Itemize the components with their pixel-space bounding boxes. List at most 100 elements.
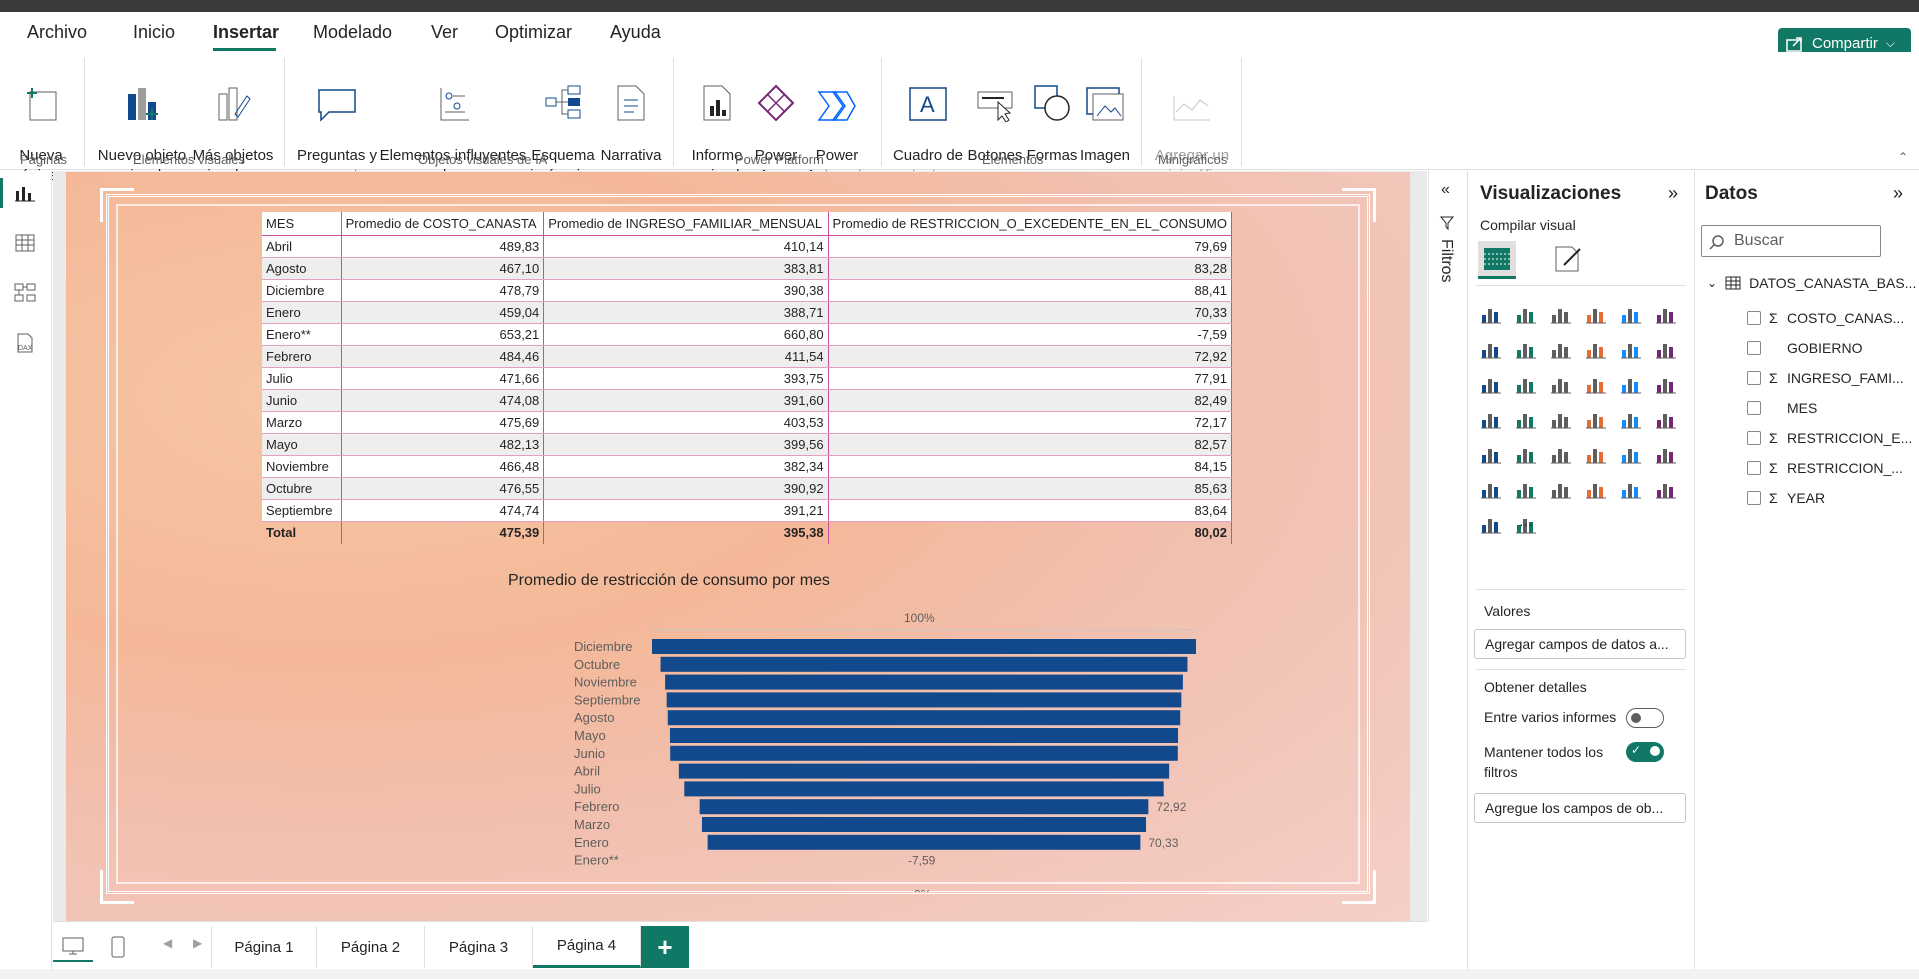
visual-type-icon[interactable] [1583, 406, 1609, 432]
cross-report-toggle[interactable] [1626, 708, 1664, 728]
new-page-button[interactable]: Nueva página ▾ [6, 60, 76, 186]
data-field[interactable]: GOBIERNO [1747, 340, 1862, 356]
add-sparkline-button[interactable]: Agregar un minigráfico [1148, 60, 1236, 186]
visual-type-icon[interactable] [1618, 336, 1644, 362]
visual-type-icon[interactable] [1513, 301, 1539, 327]
visual-type-icon[interactable] [1513, 476, 1539, 502]
menu-inicio[interactable]: Inicio [133, 22, 175, 43]
visual-type-icon[interactable] [1618, 406, 1644, 432]
column-header[interactable]: Promedio de INGRESO_FAMILIAR_MENSUAL [543, 212, 829, 236]
key-influencers-button[interactable]: Elementos influyentes clave [378, 60, 528, 186]
visual-type-icon[interactable] [1618, 371, 1644, 397]
next-page-icon[interactable]: ▶ [193, 936, 202, 950]
column-header[interactable]: MES [262, 212, 342, 236]
visual-type-icon[interactable] [1618, 441, 1644, 467]
table-view-icon[interactable] [10, 228, 40, 258]
table-row[interactable]: Agosto 467,10 383,81 83,28 [262, 257, 1233, 280]
dax-query-icon[interactable]: DAX [10, 328, 40, 358]
visual-type-icon[interactable] [1478, 511, 1504, 537]
field-checkbox[interactable] [1747, 461, 1761, 475]
expand-filters-icon[interactable]: « [1441, 181, 1450, 199]
visual-type-icon[interactable] [1583, 371, 1609, 397]
funnel-bar[interactable] [699, 799, 1149, 815]
visual-type-icon[interactable] [1478, 301, 1504, 327]
funnel-bar[interactable] [667, 710, 1181, 726]
visual-type-icon[interactable] [1618, 476, 1644, 502]
funnel-bar[interactable] [707, 834, 1141, 850]
visual-type-icon[interactable] [1583, 336, 1609, 362]
visual-type-icon[interactable] [1583, 476, 1609, 502]
funnel-bar[interactable] [666, 692, 1182, 708]
keep-filters-toggle[interactable]: ✓ [1626, 742, 1664, 762]
power-apps-button[interactable]: Power Apps [750, 60, 802, 186]
data-field[interactable]: Σ YEAR [1747, 490, 1825, 506]
field-checkbox[interactable] [1747, 311, 1761, 325]
table-row[interactable]: Febrero 484,46 411,54 72,92 [262, 345, 1233, 368]
visual-type-icon[interactable] [1653, 336, 1679, 362]
page-tab-2[interactable]: Página 2 [317, 926, 425, 968]
model-view-icon[interactable] [10, 278, 40, 308]
power-automate-button[interactable]: Power Automate [806, 60, 870, 186]
prev-page-icon[interactable]: ◀ [163, 936, 172, 950]
visual-type-icon[interactable] [1548, 336, 1574, 362]
table-row[interactable]: Mayo 482,13 399,56 82,57 [262, 433, 1233, 456]
qa-button[interactable]: Preguntas y respuestas [296, 60, 378, 186]
drillthrough-field-well[interactable]: Agregue los campos de ob... [1474, 793, 1686, 823]
menu-archivo[interactable]: Archivo [27, 22, 87, 43]
funnel-chart[interactable]: 100% Diciembre Octubre Noviembre Septiembre A… [486, 592, 1266, 892]
visual-type-icon[interactable] [1618, 301, 1644, 327]
funnel-bar[interactable] [670, 745, 1178, 761]
new-visual-button[interactable]: Nuevo objeto visual [94, 60, 190, 186]
data-search-input[interactable]: Buscar [1701, 225, 1881, 257]
report-view-icon[interactable] [10, 178, 40, 208]
column-header[interactable]: Promedio de COSTO_CANASTA [341, 212, 545, 236]
visual-type-icon[interactable] [1548, 406, 1574, 432]
table-row[interactable]: Abril 489,83 410,14 79,69 [262, 235, 1233, 258]
visual-type-icon[interactable] [1478, 336, 1504, 362]
table-row[interactable]: Noviembre 466,48 382,34 84,15 [262, 455, 1233, 478]
collapse-visualizations-icon[interactable]: » [1668, 183, 1678, 204]
field-checkbox[interactable] [1747, 341, 1761, 355]
column-header[interactable]: Promedio de RESTRICCION_O_EXCEDENTE_EN_E… [828, 212, 1233, 236]
shapes-button[interactable]: Formas ▾ [1024, 60, 1080, 186]
data-field[interactable]: Σ RESTRICCION_E... [1747, 430, 1912, 446]
collapse-data-icon[interactable]: » [1893, 183, 1903, 204]
page-tab-3[interactable]: Página 3 [425, 926, 533, 968]
table-row[interactable]: Septiembre 474,74 391,21 83,64 [262, 499, 1233, 522]
decomposition-tree-button[interactable]: Esquema jerárquico [528, 60, 598, 186]
funnel-bar[interactable] [652, 639, 1196, 654]
table-row[interactable]: Marzo 475,69 403,53 72,17 [262, 411, 1233, 434]
visual-type-icon[interactable] [1478, 406, 1504, 432]
funnel-bar[interactable] [660, 656, 1188, 672]
paginated-report-button[interactable]: Informe paginado [684, 60, 750, 186]
visual-type-icon[interactable] [1513, 441, 1539, 467]
menu-ayuda[interactable]: Ayuda [610, 22, 661, 43]
visual-type-icon[interactable] [1478, 476, 1504, 502]
visual-type-icon[interactable] [1548, 441, 1574, 467]
data-field[interactable]: Σ INGRESO_FAMI... [1747, 370, 1904, 386]
visual-type-icon[interactable] [1653, 476, 1679, 502]
visual-type-icon[interactable] [1653, 301, 1679, 327]
funnel-bar[interactable] [665, 674, 1183, 690]
visual-type-icon[interactable] [1583, 301, 1609, 327]
visual-type-icon[interactable] [1653, 406, 1679, 432]
funnel-bar[interactable] [684, 781, 1164, 797]
narrative-button[interactable]: Narrativa [598, 60, 664, 166]
table-row[interactable]: Enero** 653,21 660,80 -7,59 [262, 323, 1233, 346]
funnel-bar[interactable] [669, 728, 1179, 743]
visual-type-icon[interactable] [1548, 301, 1574, 327]
table-row[interactable]: Julio 471,66 393,75 77,91 [262, 367, 1233, 390]
funnel-bar[interactable] [678, 763, 1170, 779]
visual-type-icon[interactable] [1513, 336, 1539, 362]
table-row[interactable]: Octubre 476,55 390,92 85,63 [262, 477, 1233, 500]
values-field-well[interactable]: Agregar campos de datos a... [1474, 629, 1686, 659]
buttons-button[interactable]: Botones ▾ [966, 60, 1024, 186]
more-visuals-icon[interactable]: ··· [1513, 511, 1539, 537]
page-tab-4[interactable]: Página 4 [533, 926, 641, 968]
visual-type-icon[interactable] [1583, 441, 1609, 467]
menu-ver[interactable]: Ver [431, 22, 458, 43]
filters-pane[interactable]: « Filtros [1428, 171, 1466, 921]
textbox-button[interactable]: A Cuadro de texto [890, 60, 966, 186]
visual-type-icon[interactable] [1513, 371, 1539, 397]
data-table-node[interactable]: ⌄ DATOS_CANASTA_BAS... [1707, 275, 1916, 291]
